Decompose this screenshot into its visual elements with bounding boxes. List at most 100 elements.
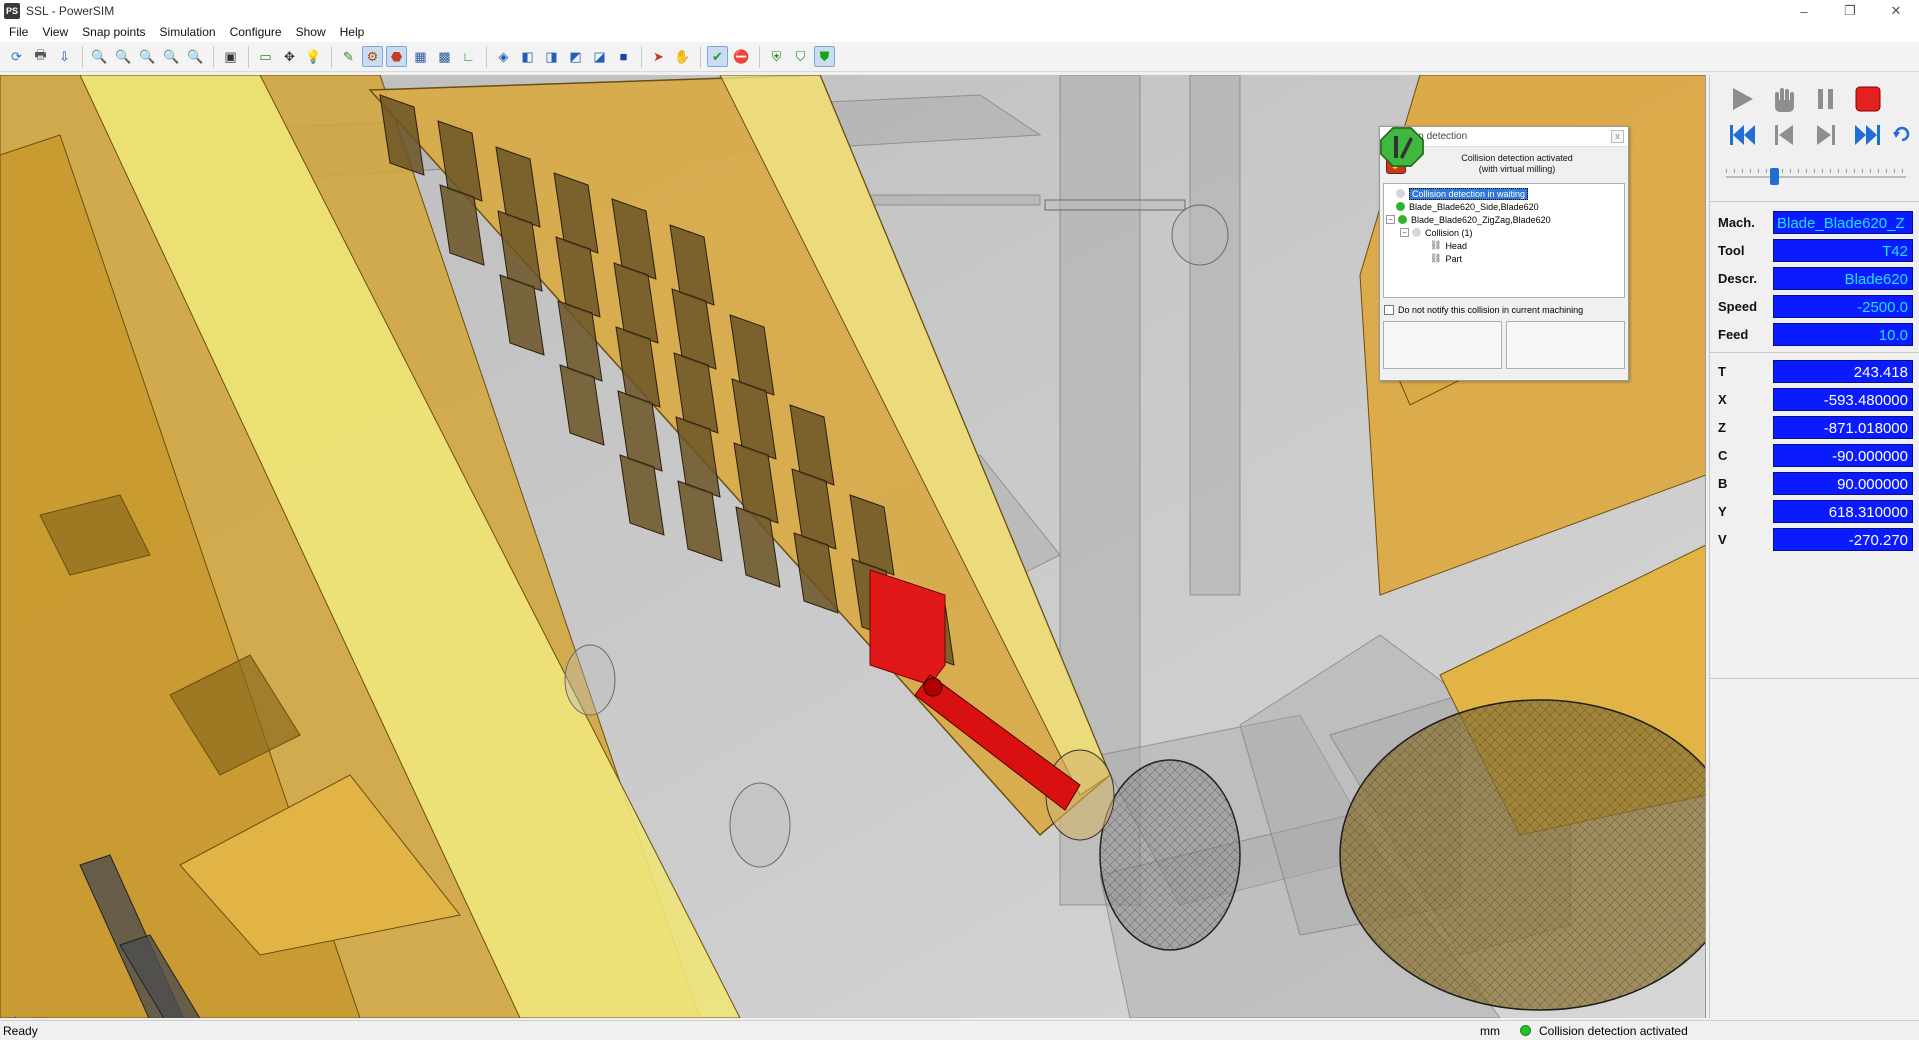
- field-mach: Mach. Blade_Blade620_Z: [1710, 208, 1919, 236]
- prev-icon: [1775, 125, 1793, 145]
- collapse-icon[interactable]: −: [1400, 228, 1409, 237]
- v-value[interactable]: -270.270: [1773, 527, 1913, 551]
- menu-help[interactable]: Help: [333, 25, 372, 39]
- arrow-button[interactable]: ➤: [648, 46, 669, 67]
- tree-item-part[interactable]: ⛓ Part: [1386, 252, 1622, 265]
- zoom-out-button[interactable]: 🔍: [137, 46, 158, 67]
- prev-button[interactable]: [1764, 120, 1804, 150]
- table-button[interactable]: ▦: [410, 46, 431, 67]
- last-icon: [1855, 125, 1880, 145]
- field-feed: Feed 10.0: [1710, 320, 1919, 348]
- speed-slider[interactable]: [1726, 167, 1906, 187]
- stop-simulation-button[interactable]: [1380, 127, 1502, 369]
- descr-value[interactable]: Blade620: [1773, 266, 1913, 290]
- 3d-viewport[interactable]: Collision detection x ✋ Collision detect…: [0, 75, 1706, 1018]
- shield-outline-button[interactable]: ⛉: [790, 46, 811, 67]
- shield-button[interactable]: ⛨: [766, 46, 787, 67]
- view-iso-icon: ◈: [498, 48, 509, 64]
- menu-snap-points[interactable]: Snap points: [75, 25, 152, 39]
- check-button[interactable]: ✔: [707, 46, 728, 67]
- view-right-icon: ◩: [569, 48, 582, 64]
- pencil-button[interactable]: ✎: [338, 46, 359, 67]
- view-top-button[interactable]: ■: [613, 46, 634, 67]
- display-button[interactable]: ▭: [255, 46, 276, 67]
- arrow-icon: ➤: [653, 48, 664, 64]
- view-left-button[interactable]: ◨: [541, 46, 562, 67]
- zoom-prev-button[interactable]: 🔍: [161, 46, 182, 67]
- first-button[interactable]: [1722, 120, 1762, 150]
- field-x: X -593.480000: [1710, 385, 1919, 413]
- menu-simulation[interactable]: Simulation: [153, 25, 223, 39]
- collision-button[interactable]: ⬣: [386, 46, 407, 67]
- menu-show[interactable]: Show: [289, 25, 333, 39]
- tree-item-head[interactable]: ⛓ Head: [1386, 239, 1622, 252]
- menu-view[interactable]: View: [35, 25, 75, 39]
- c-value[interactable]: -90.000000: [1773, 443, 1913, 467]
- tree-item-root[interactable]: Collision detection in waiting: [1386, 187, 1622, 200]
- machine-button[interactable]: ⚙: [362, 46, 383, 67]
- hand-button[interactable]: [1764, 84, 1804, 114]
- zoom-all-button[interactable]: 🔍: [185, 46, 206, 67]
- tree-item-collision[interactable]: − Collision (1): [1386, 226, 1622, 239]
- field-b: B 90.000000: [1710, 469, 1919, 497]
- close-button[interactable]: ✕: [1873, 0, 1919, 22]
- pause-button[interactable]: [1806, 84, 1846, 114]
- dialog-close-button[interactable]: x: [1611, 130, 1624, 143]
- play-button[interactable]: [1722, 84, 1762, 114]
- pause-icon: [1818, 89, 1833, 109]
- collision-node-icon: [1412, 228, 1421, 237]
- maximize-button[interactable]: ❐: [1827, 0, 1873, 22]
- speed-slider-thumb[interactable]: [1770, 168, 1780, 185]
- status-ok-icon: [1520, 1025, 1531, 1036]
- zoom-in-button[interactable]: 🔍: [89, 46, 110, 67]
- b-value[interactable]: 90.000000: [1773, 471, 1913, 495]
- field-v: V -270.270: [1710, 525, 1919, 553]
- print-button[interactable]: 🖶: [30, 46, 51, 67]
- speed-value[interactable]: -2500.0: [1773, 294, 1913, 318]
- continue-simulation-button[interactable]: [1380, 127, 1625, 369]
- play-icon: [1733, 88, 1753, 110]
- menu-file[interactable]: File: [2, 25, 35, 39]
- collapse-icon[interactable]: −: [1386, 215, 1395, 224]
- t-value[interactable]: 243.418: [1773, 359, 1913, 383]
- frame-button[interactable]: ▣: [220, 46, 241, 67]
- feed-value[interactable]: 10.0: [1773, 322, 1913, 346]
- next-button[interactable]: [1806, 120, 1846, 150]
- view-back-button[interactable]: ◪: [589, 46, 610, 67]
- x-value[interactable]: -593.480000: [1773, 387, 1913, 411]
- menu-bar: File View Snap points Simulation Configu…: [0, 22, 1919, 42]
- view-iso-button[interactable]: ◈: [493, 46, 514, 67]
- mach-value[interactable]: Blade_Blade620_Z: [1773, 210, 1913, 234]
- notify-checkbox-row[interactable]: Do not notify this collision in current …: [1380, 301, 1628, 319]
- menu-configure[interactable]: Configure: [223, 25, 289, 39]
- open-button[interactable]: ⟳: [6, 46, 27, 67]
- grid-button[interactable]: ▩: [434, 46, 455, 67]
- light-button[interactable]: 💡: [303, 46, 324, 67]
- hand-button[interactable]: ✋: [672, 46, 693, 67]
- axes-button[interactable]: ∟: [458, 46, 479, 67]
- collision-tree[interactable]: Collision detection in waiting Blade_Bla…: [1383, 183, 1625, 298]
- zoom-window-button[interactable]: 🔍: [113, 46, 134, 67]
- window-title: SSL - PowerSIM: [26, 4, 115, 18]
- z-value[interactable]: -871.018000: [1773, 415, 1913, 439]
- tree-item-zigzag[interactable]: − Blade_Blade620_ZigZag,Blade620: [1386, 213, 1622, 226]
- tree-item-side[interactable]: Blade_Blade620_Side,Blade620: [1386, 200, 1622, 213]
- select-button[interactable]: ✥: [279, 46, 300, 67]
- y-value[interactable]: 618.310000: [1773, 499, 1913, 523]
- view-right-button[interactable]: ◩: [565, 46, 586, 67]
- minimize-button[interactable]: –: [1781, 0, 1827, 22]
- import-button[interactable]: ⇩: [54, 46, 75, 67]
- loop-button[interactable]: [1890, 120, 1914, 150]
- stop-button[interactable]: ⛔: [731, 46, 752, 67]
- stop-button[interactable]: [1848, 84, 1888, 114]
- view-front-button[interactable]: ◧: [517, 46, 538, 67]
- field-c: C -90.000000: [1710, 441, 1919, 469]
- control-panel: Mach. Blade_Blade620_Z Tool T42 Descr. B…: [1709, 75, 1919, 1018]
- field-z: Z -871.018000: [1710, 413, 1919, 441]
- tool-value[interactable]: T42: [1773, 238, 1913, 262]
- notify-checkbox[interactable]: [1384, 305, 1394, 315]
- open-icon: ⟳: [11, 48, 22, 64]
- last-button[interactable]: [1848, 120, 1888, 150]
- shield-green-button[interactable]: ⛊: [814, 46, 835, 67]
- status-ready: Ready: [3, 1023, 38, 1038]
